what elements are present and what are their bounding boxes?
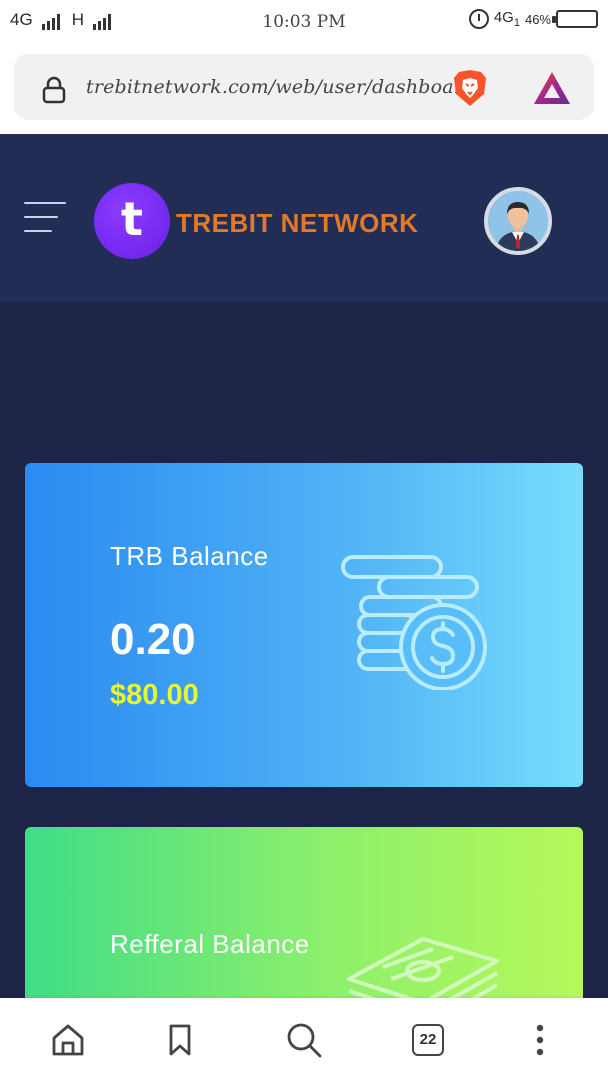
trb-balance-card[interactable]: TRB Balance 0.20 $80.00 xyxy=(25,463,583,787)
brave-rewards-icon[interactable] xyxy=(532,70,572,106)
system-indicators: 4G1 46% xyxy=(468,9,598,29)
home-button[interactable] xyxy=(48,1020,88,1060)
battery-level: 46% xyxy=(524,11,551,27)
url-text[interactable]: trebitnetwork.com/web/user/dashboard xyxy=(86,76,475,98)
trb-usd-value: $80.00 xyxy=(110,679,199,711)
site-header: t TREBIT NETWORK xyxy=(0,134,608,302)
bookmark-icon xyxy=(169,1024,191,1056)
address-bar[interactable]: trebitnetwork.com/web/user/dashboard xyxy=(14,54,594,120)
hamburger-menu-icon[interactable] xyxy=(24,202,66,234)
home-icon xyxy=(52,1024,84,1056)
search-icon xyxy=(287,1023,322,1058)
more-icon xyxy=(536,1024,544,1056)
card-title: Refferal Balance xyxy=(110,929,310,959)
brand-name[interactable]: TREBIT NETWORK xyxy=(176,208,418,239)
search-button[interactable] xyxy=(284,1020,324,1060)
browser-bottom-nav: 22 xyxy=(0,998,608,1080)
battery-icon xyxy=(552,10,598,28)
tabs-icon: 22 xyxy=(412,1024,444,1056)
avatar[interactable] xyxy=(484,187,552,255)
lock-icon[interactable] xyxy=(40,76,68,104)
brave-shields-icon[interactable] xyxy=(451,68,489,108)
network-type-3-sub: 1 xyxy=(513,17,520,29)
trb-amount: 0.20 xyxy=(110,615,196,664)
network-type-3: 4G1 xyxy=(493,9,520,29)
referral-balance-card[interactable]: Refferal Balance xyxy=(25,827,583,1027)
tabs-button[interactable]: 22 xyxy=(408,1020,448,1060)
user-avatar-icon xyxy=(488,191,548,251)
status-bar: 4G H 10:03 PM 4G1 46% xyxy=(0,0,608,44)
logo-icon[interactable]: t xyxy=(94,183,170,259)
alarm-icon xyxy=(468,9,489,29)
browser-toolbar: trebitnetwork.com/web/user/dashboard xyxy=(0,44,608,134)
bookmark-button[interactable] xyxy=(160,1020,200,1060)
coins-dollar-icon xyxy=(341,555,487,690)
card-title: TRB Balance xyxy=(110,541,269,571)
more-menu-button[interactable] xyxy=(520,1020,560,1060)
